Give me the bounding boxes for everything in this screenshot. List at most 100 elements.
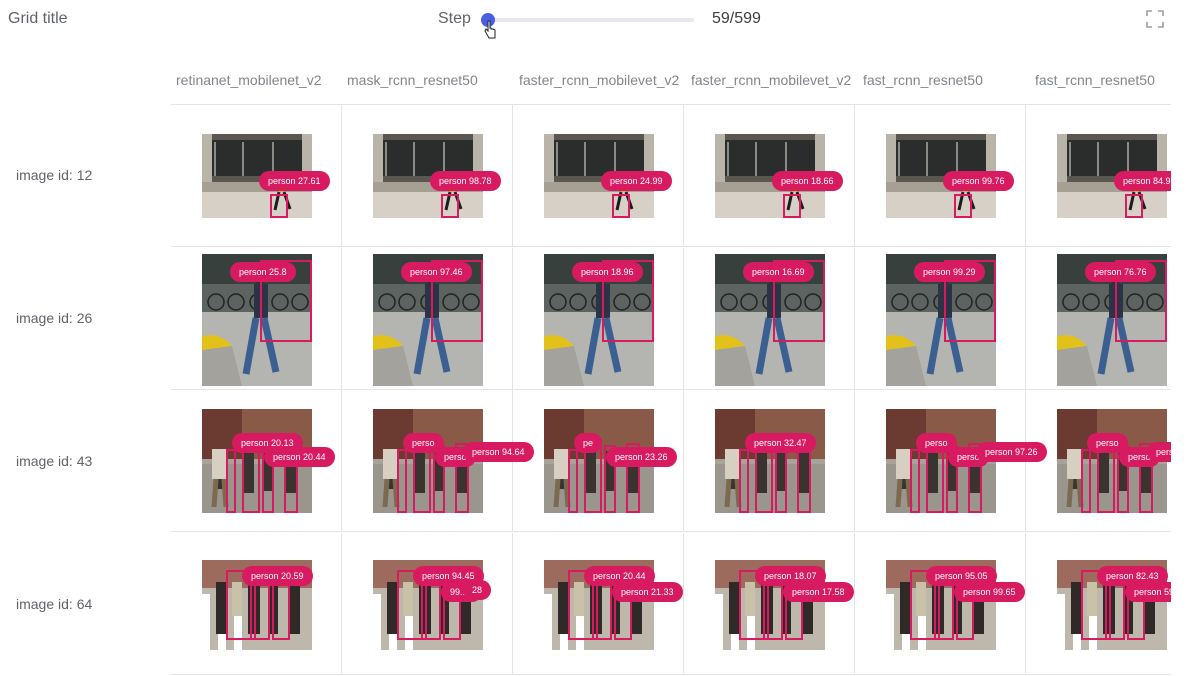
image-thumbnail-wrap: person 16.69: [713, 253, 825, 386]
grid-cell[interactable]: person 99.76: [855, 105, 1026, 247]
detection-label-badge: person 24.99: [601, 171, 672, 191]
detection-label-badge: person 76.76: [1085, 261, 1156, 282]
column-header: retinanet_mobilenet_v2: [176, 72, 322, 88]
image-thumbnail-wrap: person 99.76: [886, 134, 1014, 218]
column-header: faster_rcnn_mobilevet_v2: [691, 72, 852, 88]
image-thumbnail-wrap: person 84.9: [1057, 134, 1171, 218]
grid-title: Grid title: [8, 10, 68, 27]
column-header: mask_rcnn_resnet50: [347, 72, 478, 88]
detection-box: [739, 449, 749, 513]
row-label: image id: 12: [16, 167, 93, 183]
detection-label-badge: 28: [463, 579, 492, 600]
grid-cell[interactable]: person 98.78: [342, 105, 513, 247]
image-thumbnail-wrap: person 24.99: [544, 134, 672, 218]
detection-label-badge: perso: [1147, 442, 1171, 462]
image-thumbnail-wrap: person 20.44 person 21.33: [544, 559, 683, 650]
grid-cell[interactable]: persopersoperso: [1026, 390, 1171, 532]
detection-label-badge: person 25.8: [230, 261, 296, 282]
fullscreen-icon[interactable]: [1146, 10, 1164, 28]
detection-label-badge: person 18.66: [772, 171, 843, 191]
grid-cell[interactable]: perso perso person 94.64: [342, 390, 534, 532]
detection-box: [226, 449, 236, 513]
grid-cell[interactable]: person 97.46: [342, 247, 513, 390]
detection-label-badge: person 27.61: [259, 171, 330, 191]
image-thumbnail-wrap: person 25.8: [200, 253, 312, 386]
grid-cell[interactable]: person 25.8: [171, 247, 342, 390]
image-thumbnail-wrap: person 18.66: [715, 134, 843, 218]
detection-box: [441, 194, 459, 218]
detection-label-badge: person 32.47: [745, 433, 816, 453]
grid-cell[interactable]: person 16.69: [684, 247, 855, 390]
column-header: fast_rcnn_resnet50: [1035, 72, 1155, 88]
column-header: faster_rcnn_mobilevet_v2: [519, 72, 680, 88]
detection-box: [910, 449, 920, 513]
detection-label-badge: person 16.69: [743, 261, 814, 282]
grid-cell[interactable]: person 84.9: [1026, 105, 1171, 247]
image-thumbnail-wrap: person 82.43person 59.92: [1057, 559, 1171, 650]
grid-cell[interactable]: person 20.59: [171, 532, 342, 675]
detection-box: [612, 194, 630, 218]
detection-box: [1081, 449, 1091, 513]
image-thumbnail-wrap: persopersoperso: [1057, 409, 1171, 513]
grid-cell[interactable]: person 20.13 person 20.44: [171, 390, 342, 532]
grid-cell[interactable]: person 24.99: [513, 105, 684, 247]
grid-cell[interactable]: person 18.66: [684, 105, 855, 247]
grid-cell[interactable]: person 32.47: [684, 390, 855, 532]
grid-cell[interactable]: person 27.61: [171, 105, 342, 247]
detection-label-badge: person 99.29: [914, 261, 985, 282]
detection-label-badge: pe: [574, 433, 603, 453]
image-thumbnail-wrap: person 32.47: [715, 409, 825, 513]
detection-label-badge: person 98.78: [430, 171, 501, 191]
detection-label-badge: person 84.9: [1114, 171, 1171, 191]
image-thumbnail-wrap: person 76.76: [1055, 253, 1167, 386]
image-thumbnail-wrap: person 97.46: [371, 253, 483, 386]
image-thumbnail-wrap: person 20.59: [202, 559, 313, 650]
image-thumbnail-wrap: perso perso person 94.64: [373, 409, 534, 513]
grid-cell[interactable]: person 95.05 person 99.65: [855, 532, 1026, 675]
image-thumbnail-wrap: person 94.45 99.15 28: [373, 559, 492, 650]
detection-box: [783, 194, 801, 218]
grid-cell[interactable]: person 18.07 person 17.58: [684, 532, 855, 675]
grid-cell[interactable]: person 94.45 99.15 28: [342, 532, 513, 675]
detection-box: [954, 194, 972, 218]
detection-box: [1125, 194, 1143, 218]
grid-cell[interactable]: person 18.96: [513, 247, 684, 390]
step-value: 59/599: [712, 10, 761, 27]
detection-label-badge: person 20.59: [242, 565, 313, 586]
detection-label-badge: person 97.46: [401, 261, 472, 282]
detection-label-badge: person 59.92: [1125, 581, 1171, 602]
grid-cell[interactable]: person 20.44 person 21.33: [513, 532, 684, 675]
detection-label-badge: person 23.26: [606, 447, 677, 467]
image-thumbnail-wrap: person 18.07 person 17.58: [715, 559, 854, 650]
grid-cell[interactable]: person 99.29: [855, 247, 1026, 390]
detection-label-badge: person 17.58: [783, 581, 854, 602]
row-label: image id: 43: [16, 453, 93, 469]
detection-label-badge: person 20.44: [264, 447, 335, 467]
detection-label-badge: person 18.96: [572, 261, 643, 282]
hand-pointer-icon: [484, 20, 496, 39]
image-thumbnail-wrap: person 99.29: [884, 253, 996, 386]
step-label: Step: [438, 10, 471, 27]
detection-box: [397, 449, 407, 513]
image-thumbnail-wrap: person 98.78: [373, 134, 501, 218]
step-slider-track[interactable]: [488, 18, 694, 22]
grid-cell[interactable]: perso perso person 97.26: [855, 390, 1047, 532]
image-grid: person 27.61 person 98.78 person 24.99 pers…: [171, 104, 1171, 676]
grid-cell[interactable]: pe person 23.26: [513, 390, 684, 532]
row-label: image id: 26: [16, 310, 93, 326]
image-thumbnail-wrap: pe person 23.26: [544, 409, 677, 513]
image-thumbnail-wrap: person 27.61: [202, 134, 330, 218]
column-header: fast_rcnn_resnet50: [863, 72, 983, 88]
detection-box: [797, 443, 811, 513]
detection-box: [270, 194, 288, 218]
grid-cell[interactable]: person 76.76: [1026, 248, 1171, 390]
image-thumbnail-wrap: person 18.96: [542, 253, 654, 386]
image-thumbnail-wrap: perso perso person 97.26: [886, 409, 1047, 513]
detection-box: [568, 449, 578, 513]
detection-label-badge: person 99.65: [954, 581, 1025, 602]
row-label: image id: 64: [16, 596, 93, 612]
image-thumbnail-wrap: person 95.05 person 99.65: [886, 559, 1025, 650]
detection-box: [775, 445, 787, 513]
detection-label-badge: person 99.76: [943, 171, 1014, 191]
grid-cell[interactable]: person 82.43person 59.92: [1026, 533, 1171, 675]
